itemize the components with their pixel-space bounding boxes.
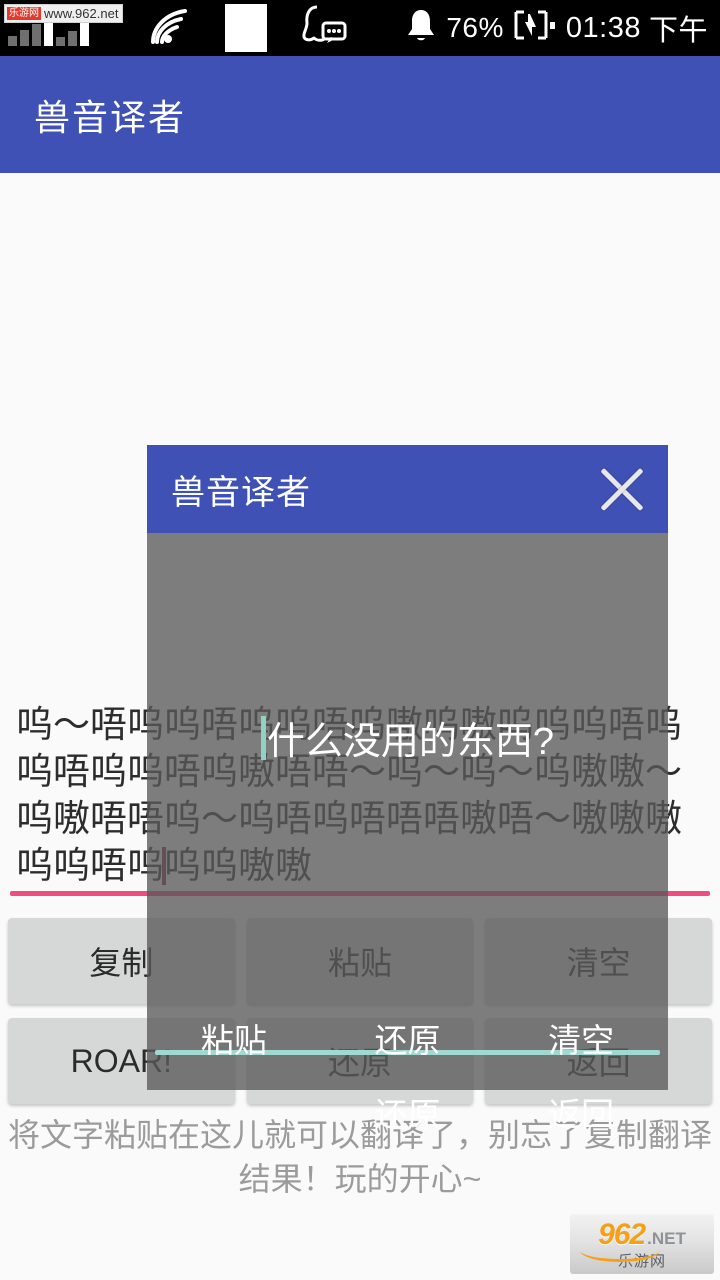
dialog-back-button[interactable]: 返回 <box>494 1082 668 1142</box>
close-x-icon[interactable] <box>590 457 654 521</box>
app-bar: 兽音译者 <box>0 56 720 173</box>
dialog-button-row-1: 粘贴 还原 清空 <box>147 1008 668 1068</box>
signal-bars-icon <box>8 16 89 56</box>
dialog-title: 兽音译者 <box>171 473 311 512</box>
watermark-tld: .NET <box>647 1228 686 1248</box>
battery-percent-label: 76% <box>446 12 504 43</box>
top-watermark-url: www.962.net <box>44 6 119 21</box>
dialog-restore-button-2[interactable]: 还原 <box>321 1082 495 1142</box>
page-title: 兽音译者 <box>34 96 187 138</box>
dialog-header: 兽音译者 <box>147 445 668 533</box>
dialog-spacer-button <box>147 1082 321 1142</box>
dialog-body: 什么没用的东西? 粘贴 还原 清空 还原 返回 <box>147 533 668 1133</box>
dialog-button-row-2: 还原 返回 <box>147 1082 668 1142</box>
top-watermark-badge: 乐游网 <box>7 7 41 20</box>
dialog-restore-button[interactable]: 还原 <box>321 1008 495 1068</box>
status-bar-right: 76% 01:38 下午 <box>404 7 720 50</box>
status-bar-left: 乐游网 www.962.net <box>0 0 124 56</box>
watermark-number: 962 <box>598 1217 646 1251</box>
clock-label: 01:38 <box>565 11 641 44</box>
status-bar: 乐游网 www.962.net 76% 01:38 下午 <box>0 0 720 56</box>
dialog-text-cursor <box>260 715 266 760</box>
blank-notification-icon <box>224 4 267 52</box>
watermark-logo: 962 .NET <box>598 1218 686 1252</box>
top-watermark: 乐游网 www.962.net <box>4 4 124 23</box>
battery-charging-icon <box>512 8 558 49</box>
translate-dialog: 兽音译者 什么没用的东西? 粘贴 还原 清空 还原 返回 <box>147 445 668 1133</box>
alarm-bell-icon <box>404 7 438 50</box>
wifi-icon <box>147 6 191 51</box>
status-bar-icons <box>89 4 404 52</box>
ampm-label: 下午 <box>648 15 708 47</box>
qq-message-icon <box>301 5 347 52</box>
dialog-clear-button[interactable]: 清空 <box>494 1008 668 1068</box>
dialog-paste-button[interactable]: 粘贴 <box>147 1008 321 1068</box>
dialog-input-field[interactable]: 什么没用的东西? <box>147 710 668 765</box>
bottom-watermark: 962 .NET 乐游网 <box>570 1214 714 1274</box>
dialog-input-value: 什么没用的东西? <box>266 721 555 763</box>
